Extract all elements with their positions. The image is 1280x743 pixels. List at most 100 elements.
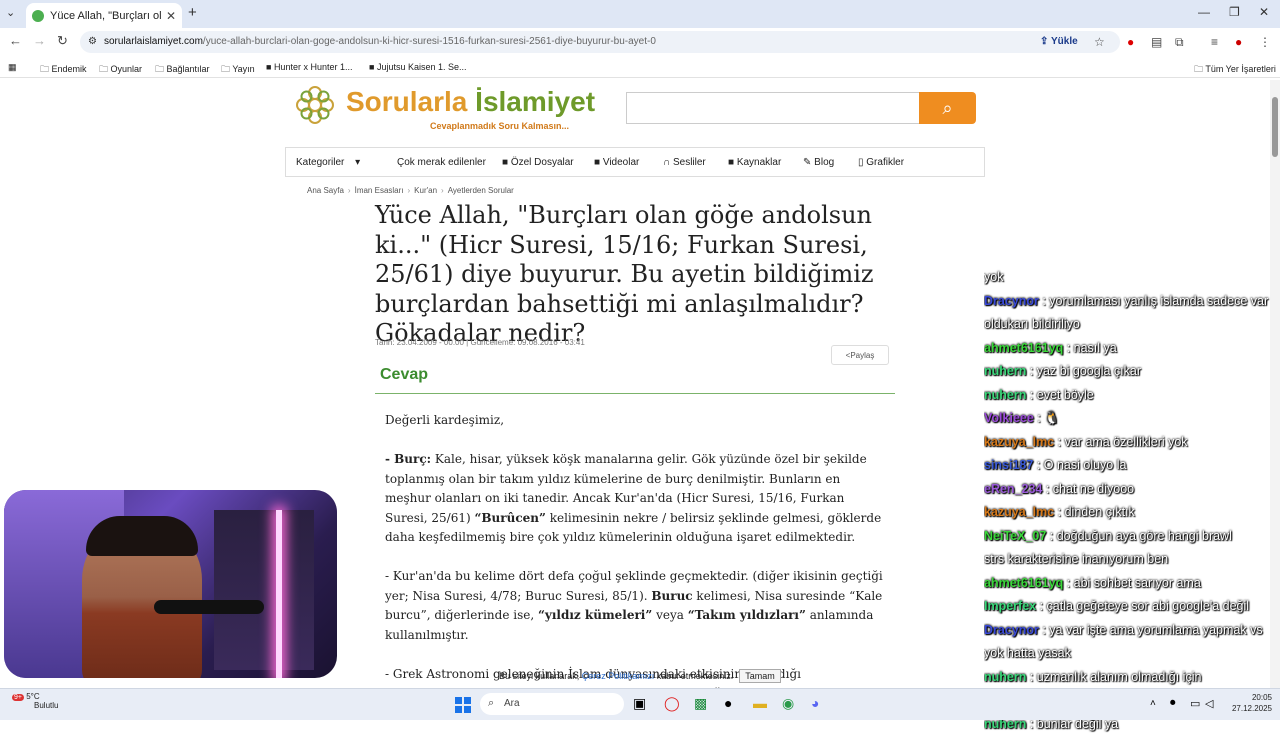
start-button[interactable] [455,697,471,713]
site-info-icon[interactable]: ⚙ [88,36,97,47]
reload-icon[interactable]: ↻ [57,33,68,49]
nav-special-files[interactable]: ■ Özel Dosyalar [502,157,574,168]
apps-icon[interactable]: ▦ [8,62,17,73]
back-icon[interactable]: ← [9,33,22,48]
maximize-icon[interactable]: ❐ [1229,5,1240,19]
nav-audio[interactable]: ∩ Sesliler [663,157,706,168]
upload-icon: ⇪ [1040,36,1051,47]
paragraph-1: - Burç: Kale, hisar, yüksek köşk manalar… [385,452,882,544]
upload-button[interactable]: ⇪ Yükle [1040,36,1078,47]
breadcrumb-ayet[interactable]: Ayetlerden Sorular [448,186,514,195]
nav-sources[interactable]: ■ Kaynaklar [728,157,781,168]
share-button[interactable]: < Paylaş [831,345,889,365]
system-clock[interactable]: 20:05 27.12.2025 [1214,692,1272,714]
breadcrumb-home[interactable]: Ana Sayfa [307,186,344,195]
chat-message: Dracynor : yorumlaması yanlış islamda sa… [984,290,1280,314]
bookmark-yayin[interactable]: 🗀 Yayın [221,62,255,78]
video-icon: ■ [594,157,603,168]
chrome-icon[interactable]: ◉ [782,695,794,712]
chat-text: : doğduğun aya göre hangi brawl [1046,528,1232,543]
cookie-notice: Bu siteyi kullanarak, Çerez Politikamızı… [0,667,1280,685]
chat-message: ahmet6161yq : nasıl ya [984,337,1280,361]
search-icon: ⌕ [942,97,953,118]
breadcrumb-iman[interactable]: İman Esasları [355,186,404,195]
address-bar[interactable]: ⚙ sorularlaislamiyet.com/yuce-allah-burc… [80,31,1120,53]
weather-condition: Bulutlu [34,701,59,710]
chat-message: strs karakterisine inanıyorum ben [984,548,1280,572]
weather-temp: 5°C [26,692,40,701]
breadcrumb-kuran[interactable]: Kur'an [414,186,437,195]
tab-strip: ⌄ Yüce Allah, "Burçları olan göğe ✕ + — … [0,0,1280,28]
app-icon[interactable]: ● [724,695,732,711]
menu-icon[interactable]: ⋮ [1259,35,1271,49]
chat-text: : abi sohbet sarıyor ama [1063,575,1201,590]
tray-chevron-icon[interactable]: ˄ [1150,698,1156,709]
nav-graphics[interactable]: ▯ Grafikler [858,157,904,168]
cookie-policy-link[interactable]: Çerez Politikamızı [582,671,655,681]
weather-badge: 9+ [12,694,24,701]
weather-widget[interactable]: 9+ 5°C Bulutlu [12,692,58,710]
page-title: Yüce Allah, "Burçları olan göğe andolsun… [375,201,874,347]
logo-tagline: Cevaplanmadık Soru Kalmasın... [430,121,570,131]
profile-avatar-icon[interactable]: ● [1235,35,1242,49]
url-host: sorularlaislamiyet.com [104,36,203,47]
opera-extension-icon[interactable]: ● [1127,35,1134,49]
nav-popular[interactable]: Çok merak edilenler [397,157,486,168]
site-search-input[interactable] [626,92,920,124]
tab-active[interactable]: Yüce Allah, "Burçları olan göğe ✕ [26,3,182,28]
network-icon[interactable]: ▭ [1190,697,1200,710]
chat-message: nuhern : evet böyle [984,384,1280,408]
tab-search-icon[interactable]: ⌄ [6,6,15,19]
chat-message: ahmet6161yq : abi sohbet sarıyor ama [984,572,1280,596]
site-nav: Kategoriler ▾ Çok merak edilenler ■ Özel… [285,147,985,177]
volume-icon[interactable]: ◁ [1205,697,1213,710]
chat-text: : var ama özellikleri yok [1054,434,1188,449]
book-icon: ■ [728,157,737,168]
opera-icon[interactable]: ◯ [664,695,680,712]
nav-videos[interactable]: ■ Videolar [594,157,639,168]
bookmark-endemik[interactable]: 🗀 Endemik [40,62,87,78]
close-tab-icon[interactable]: ✕ [166,9,176,23]
chat-text: yok [984,270,1004,284]
chat-text: : chat ne diyooo [1042,481,1135,496]
site-search-button[interactable]: ⌕ [919,92,976,124]
nav-blog[interactable]: ✎ Blog [803,157,834,168]
forward-icon[interactable]: → [33,33,46,48]
media-icon[interactable]: ≡ [1211,35,1218,49]
close-window-icon[interactable]: ✕ [1259,5,1269,19]
dropdown-caret-icon: ▾ [355,157,361,168]
bookmarks-bar: ▦ 🗀 Endemik 🗀 Oyunlar 🗀 Bağlantılar 🗀 Ya… [0,56,1280,78]
minimize-icon[interactable]: — [1198,5,1210,19]
microphone-icon[interactable]: ⏺ [1170,697,1176,710]
headphones-icon: ∩ [663,157,673,168]
bookmark-baglantilar[interactable]: 🗀 Bağlantılar [155,62,210,78]
reader-icon[interactable]: ▤ [1151,35,1162,49]
bookmark-star-icon[interactable]: ☆ [1094,35,1105,49]
nav-categories[interactable]: Kategoriler ▾ [296,157,360,168]
scrollbar-thumb[interactable] [1272,97,1278,157]
chat-username: Volkieee [984,411,1034,425]
chat-message: yok hatta yasak [984,642,1280,666]
extensions-icon[interactable]: ⧉ [1175,35,1184,50]
task-view-icon[interactable]: ▣ [633,695,646,712]
chat-username: ahmet6161yq [984,575,1064,590]
discord-icon[interactable]: ◕ [811,695,819,711]
xbox-icon[interactable]: ▩ [694,695,707,712]
all-bookmarks[interactable]: 🗀 Tüm Yer İşaretleri [1194,62,1276,78]
chat-username: NeiTeX_07 [984,528,1047,543]
chat-message: oldukarı bildiriliyo [984,313,1280,337]
bookmark-hunter[interactable]: ■ Hunter x Hunter 1... [266,62,352,72]
bookmark-jujutsu[interactable]: ■ Jujutsu Kaisen 1. Se... [369,62,467,72]
chat-text: : yorumlaması yanlış islamda sadece var [1038,293,1269,308]
chat-username: eRen_234 [984,481,1043,496]
taskbar-search[interactable]: ⌕ Ara [480,693,624,715]
new-tab-icon[interactable]: + [188,4,197,21]
cookie-ok-button[interactable]: Tamam [739,669,781,683]
chat-username: sinsi187 [984,458,1034,472]
answer-divider [375,393,895,394]
file-explorer-icon[interactable]: ▬ [753,695,767,711]
bookmark-oyunlar[interactable]: 🗀 Oyunlar [99,62,142,78]
chat-message: kazuya_lmc : var ama özellikleri yok [984,431,1280,455]
answer-heading: Cevap [380,366,429,383]
webcam-overlay [4,490,337,678]
